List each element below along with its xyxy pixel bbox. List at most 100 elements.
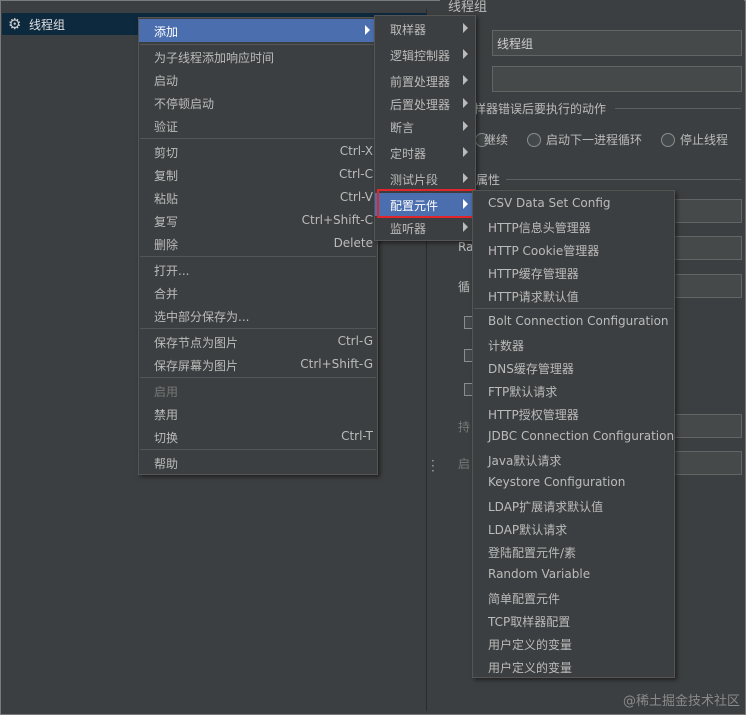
menu-item-save-selection-as[interactable]: 选中部分保存为...: [139, 304, 377, 327]
config-item-login-config[interactable]: 登陆配置元件/素: [473, 540, 674, 563]
menu-item-label: 选中部分保存为...: [154, 310, 250, 324]
menu-item-label: 打开...: [154, 264, 190, 278]
menu-item-label: 粘贴: [154, 192, 179, 206]
config-item-ldap-defaults[interactable]: LDAP默认请求: [473, 517, 674, 540]
radio-next-loop[interactable]: [527, 133, 541, 147]
menu-item-shortcut: Ctrl+Shift-G: [300, 357, 373, 371]
menu-item-label: Random Variable: [488, 567, 591, 581]
threads-field[interactable]: [672, 199, 742, 223]
config-item-ldap-ext-defaults[interactable]: LDAP扩展请求默认值: [473, 494, 674, 517]
config-item-random-variable[interactable]: Random Variable: [473, 563, 674, 586]
comment-field[interactable]: [492, 66, 742, 92]
menu-item-disable[interactable]: 禁用: [139, 402, 377, 425]
menu-item-enable: 启用: [139, 379, 377, 402]
menu-item-label: 断言: [390, 121, 415, 135]
menu-item-label: TCP取样器配置: [488, 615, 571, 629]
menu-item-label: 保存节点为图片: [154, 336, 239, 350]
menu-item-label: 监听器: [390, 222, 427, 236]
menu-item-label: 启动: [154, 74, 179, 88]
menu-item-paste[interactable]: 粘贴 Ctrl-V: [139, 186, 377, 209]
menu-item-label: 用户定义的变量: [488, 661, 573, 675]
menu-item-delete[interactable]: 删除 Delete: [139, 232, 377, 255]
config-item-java-request-defaults[interactable]: Java默认请求: [473, 448, 674, 471]
menu-item-label: 计数器: [488, 339, 525, 353]
submenu-item-pre-processor[interactable]: 前置处理器: [375, 69, 475, 92]
menu-item-cut[interactable]: 剪切 Ctrl-X: [139, 140, 377, 163]
context-menu: 添加 为子线程添加响应时间 启动 不停顿启动 验证 剪切 Ctrl-X 复制 Ctr…: [138, 17, 378, 475]
submenu-item-test-fragment[interactable]: 测试片段: [375, 167, 475, 190]
duration-label: 持: [458, 420, 471, 434]
menu-item-label: 为子线程添加响应时间: [154, 51, 275, 65]
config-item-http-cache-manager[interactable]: HTTP缓存管理器: [473, 261, 674, 284]
config-item-dns-cache-manager[interactable]: DNS缓存管理器: [473, 356, 674, 379]
menu-item-label: HTTP缓存管理器: [488, 267, 579, 281]
menu-item-label: HTTP信息头管理器: [488, 221, 591, 235]
ramp-up-field[interactable]: [672, 236, 742, 260]
menu-item-label: 定时器: [390, 147, 427, 161]
menu-item-label: 复制: [154, 169, 179, 183]
menu-item-save-node-image[interactable]: 保存节点为图片 Ctrl-G: [139, 330, 377, 353]
panel-title: 线程组: [448, 0, 488, 15]
config-item-user-defined-vars[interactable]: 用户定义的变量: [473, 632, 674, 655]
menu-item-label: LDAP默认请求: [488, 523, 568, 537]
menu-item-merge[interactable]: 合并: [139, 281, 377, 304]
menu-separator: [140, 377, 376, 378]
menu-item-open[interactable]: 打开...: [139, 258, 377, 281]
config-item-ftp-request-defaults[interactable]: FTP默认请求: [473, 379, 674, 402]
config-item-tcp-sampler-config[interactable]: TCP取样器配置: [473, 609, 674, 632]
menu-item-label: 剪切: [154, 146, 179, 160]
props-label: 属性: [476, 173, 501, 187]
submenu-arrow-icon: [463, 98, 468, 108]
submenu-item-listener[interactable]: 监听器: [375, 216, 475, 239]
submenu-arrow-icon: [463, 23, 468, 33]
submenu-item-sampler[interactable]: 取样器: [375, 17, 475, 40]
menu-separator: [140, 449, 376, 450]
menu-item-label: 启用: [154, 385, 179, 399]
loop-count-label: 循: [458, 280, 471, 294]
radio-stop-thread[interactable]: [661, 133, 675, 147]
config-item-jdbc-connection[interactable]: JDBC Connection Configuration: [473, 425, 674, 448]
submenu-item-post-processor[interactable]: 后置处理器: [375, 92, 475, 115]
menu-item-copy[interactable]: 复制 Ctrl-C: [139, 163, 377, 186]
config-item-http-request-defaults[interactable]: HTTP请求默认值: [473, 284, 674, 307]
menu-item-label: 逻辑控制器: [390, 49, 451, 63]
startup-delay-field[interactable]: [672, 451, 742, 475]
config-item-keystore-config[interactable]: Keystore Configuration: [473, 471, 674, 494]
menu-item-label: JDBC Connection Configuration: [488, 429, 675, 443]
config-item-bolt-connection[interactable]: Bolt Connection Configuration: [473, 310, 674, 333]
menu-item-label: 取样器: [390, 23, 427, 37]
menu-item-shortcut: Ctrl-T: [341, 429, 373, 443]
config-item-http-cookie-manager[interactable]: HTTP Cookie管理器: [473, 238, 674, 261]
splitter-grip-icon: · · ·: [431, 454, 435, 478]
menu-item-label: 登陆配置元件/素: [488, 546, 577, 560]
menu-item-help[interactable]: 帮助: [139, 451, 377, 474]
menu-item-add[interactable]: 添加: [139, 19, 377, 42]
config-item-http-header-manager[interactable]: HTTP信息头管理器: [473, 215, 674, 238]
duration-field[interactable]: [672, 414, 742, 438]
loop-count-field[interactable]: [672, 274, 742, 298]
menu-item-start-no-pause[interactable]: 不停顿启动: [139, 91, 377, 114]
config-item-http-auth-manager[interactable]: HTTP授权管理器: [473, 402, 674, 425]
menu-item-label: 删除: [154, 238, 179, 252]
menu-item-shortcut: Ctrl-V: [339, 190, 373, 204]
config-item-counter[interactable]: 计数器: [473, 333, 674, 356]
name-field[interactable]: 线程组: [492, 30, 742, 56]
config-item-simple-config[interactable]: 简单配置元件: [473, 586, 674, 609]
menu-item-shortcut: Delete: [333, 236, 373, 250]
config-item-csv-data-set[interactable]: CSV Data Set Config: [473, 192, 674, 215]
menu-item-label: 添加: [154, 25, 179, 39]
menu-item-duplicate[interactable]: 复写 Ctrl+Shift-C: [139, 209, 377, 232]
menu-item-toggle[interactable]: 切换 Ctrl-T: [139, 425, 377, 448]
menu-item-start[interactable]: 启动: [139, 68, 377, 91]
menu-item-label: 用户定义的变量: [488, 638, 573, 652]
submenu-item-logic-controller[interactable]: 逻辑控制器: [375, 43, 475, 66]
submenu-arrow-icon: [365, 25, 370, 35]
tree-node-label: 线程组: [29, 18, 66, 32]
menu-item-add-response-time[interactable]: 为子线程添加响应时间: [139, 45, 377, 68]
menu-item-save-screen-image[interactable]: 保存屏幕为图片 Ctrl+Shift-G: [139, 353, 377, 376]
menu-item-shortcut: Ctrl-X: [339, 144, 373, 158]
submenu-item-timer[interactable]: 定时器: [375, 141, 475, 164]
config-item-user-defined-vars-2[interactable]: 用户定义的变量: [473, 655, 674, 678]
submenu-item-assertion[interactable]: 断言: [375, 115, 475, 138]
menu-item-validate[interactable]: 验证: [139, 114, 377, 137]
